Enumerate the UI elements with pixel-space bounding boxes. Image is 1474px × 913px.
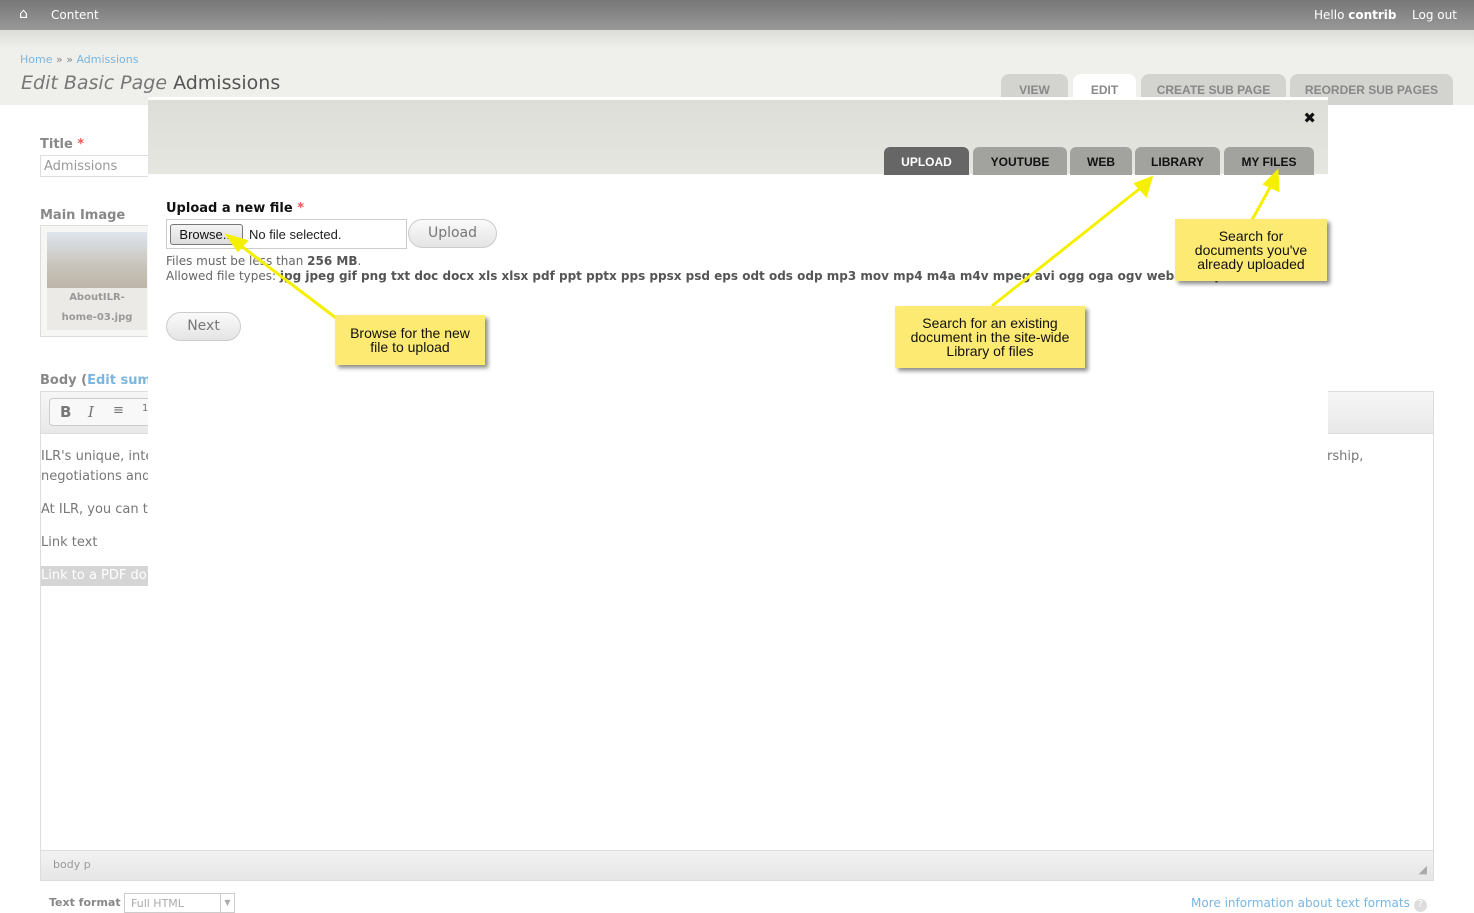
body-pdf-link: Link to a PDF do <box>41 566 151 586</box>
image-preview <box>47 232 147 288</box>
breadcrumb-admissions[interactable]: Admissions <box>76 53 138 66</box>
breadcrumb-home[interactable]: Home <box>20 53 52 66</box>
admin-toolbar: ⌂ Content Hello contrib Log out <box>0 0 1474 30</box>
media-browser-dialog: ✖ UPLOAD YOUTUBE WEB LIBRARY MY FILES Up… <box>148 97 1328 842</box>
main-image-label: Main Image <box>40 208 126 223</box>
username-link[interactable]: contrib <box>1348 8 1396 22</box>
italic-icon[interactable]: I <box>88 403 94 421</box>
file-status: No file selected. <box>249 227 342 242</box>
help-icon: ? <box>1413 899 1427 912</box>
chevron-down-icon: ▼ <box>220 894 234 912</box>
browse-button[interactable]: Browse... <box>170 224 243 245</box>
tab-web[interactable]: WEB <box>1070 147 1132 175</box>
callout-my-files: Search for documents you've already upload… <box>1175 219 1327 281</box>
next-button[interactable]: Next <box>166 312 241 341</box>
allowed-file-types: Allowed file types: jpg jpeg gif png txt… <box>166 269 1278 283</box>
upload-button[interactable]: Upload <box>408 219 497 248</box>
home-icon[interactable]: ⌂ <box>19 6 28 22</box>
page-header: Home » » Admissions Edit Basic Page Admi… <box>0 30 1474 105</box>
callout-library: Search for an existing document in the si… <box>895 306 1085 368</box>
body-text: At ILR, you can t <box>41 502 148 517</box>
content-link[interactable]: Content <box>51 8 99 22</box>
image-filename-2: home-03.jpg <box>61 312 133 323</box>
element-path: body p <box>53 858 91 871</box>
text-format-select[interactable]: Full HTML ▼ <box>124 893 235 913</box>
tab-library[interactable]: LIBRARY <box>1135 147 1220 175</box>
main-image-thumbnail[interactable]: AboutILR-home-03.jpg <box>40 225 150 337</box>
tab-youtube[interactable]: YOUTUBE <box>973 147 1067 175</box>
breadcrumb-separator: » » <box>55 53 73 66</box>
file-input[interactable]: Browse... No file selected. <box>166 219 407 249</box>
body-text: negotiations and <box>41 469 151 484</box>
tab-upload[interactable]: UPLOAD <box>884 147 969 175</box>
breadcrumb: Home » » Admissions <box>20 53 139 66</box>
close-icon[interactable]: ✖ <box>1303 109 1316 127</box>
body-label: Body (Edit summ <box>40 373 165 388</box>
page-title: Edit Basic Page Admissions <box>21 72 281 94</box>
tab-my-files[interactable]: MY FILES <box>1224 147 1314 175</box>
body-link-text: Link text <box>41 535 98 550</box>
text-format-label: Text format <box>49 896 121 909</box>
greeting: Hello contrib <box>1314 8 1397 22</box>
body-text: rship, <box>1327 449 1364 464</box>
upload-file-label: Upload a new file * <box>166 201 305 216</box>
body-text: ILR's unique, inte <box>41 449 154 464</box>
title-label: Title * <box>40 137 85 152</box>
callout-browse: Browse for the new file to upload <box>335 315 485 365</box>
title-input[interactable]: Admissions <box>40 155 150 177</box>
editor-status-bar: body p ◢ <box>41 850 1433 880</box>
bold-icon[interactable]: B <box>60 403 71 421</box>
resize-handle-icon[interactable]: ◢ <box>1419 863 1427 876</box>
dialog-header: ✖ UPLOAD YOUTUBE WEB LIBRARY MY FILES <box>148 100 1328 175</box>
logout-link[interactable]: Log out <box>1412 8 1457 22</box>
file-size-limit: Files must be less than 256 MB. <box>166 254 362 268</box>
more-info-link[interactable]: More information about text formats ? <box>1191 896 1427 912</box>
image-filename-1: AboutILR- <box>69 292 125 303</box>
bulleted-list-icon[interactable]: ≡ <box>113 403 124 418</box>
